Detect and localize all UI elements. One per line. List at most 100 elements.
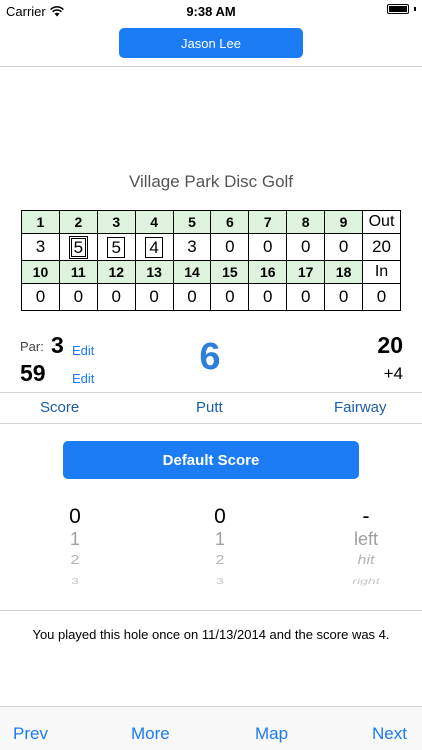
picker-option: left [353, 529, 378, 549]
putt-column-label: Putt [196, 399, 223, 416]
fairway-picker[interactable]: - left hit right short [316, 505, 416, 595]
hole-score-cell[interactable]: 4 [134, 233, 174, 261]
picker-option: 1 [214, 529, 225, 549]
picker-selected: - [362, 505, 370, 528]
next-button[interactable]: Next [372, 724, 407, 744]
picker-selected: 0 [214, 505, 226, 528]
columns-divider [0, 423, 422, 424]
edit-total-link[interactable]: Edit [72, 371, 94, 386]
battery-fill [389, 6, 407, 12]
score-picker[interactable]: 0 1 2 3 4 [40, 505, 110, 595]
hole-score: 3 [35, 237, 46, 256]
out-label: Out [362, 210, 401, 234]
hole-score-cell[interactable]: 0 [96, 283, 136, 311]
battery-icon [387, 4, 409, 14]
toolbar-divider [0, 706, 422, 707]
hole-score-cell[interactable]: 3 [21, 233, 60, 261]
status-bar: Carrier 9:38 AM [0, 0, 422, 24]
picker-option: 1 [69, 529, 80, 549]
hole-score: 5 [107, 236, 125, 258]
edit-par-link[interactable]: Edit [72, 343, 94, 358]
hole-number[interactable]: 17 [286, 260, 326, 284]
picker-option: 3 [216, 576, 224, 586]
in-total: 0 [362, 283, 401, 311]
hole-score-cell[interactable]: 5 [96, 233, 136, 261]
picker-option: 3 [71, 576, 79, 586]
hole-number[interactable]: 11 [58, 260, 98, 284]
hole-score-cell[interactable]: 0 [324, 283, 364, 311]
hole-score-cell[interactable]: 5 [58, 233, 98, 261]
picker-divider [0, 610, 422, 611]
picker-option: right [352, 576, 380, 586]
hole-score-cell[interactable]: 0 [324, 233, 364, 261]
hole-score-cell[interactable]: 0 [286, 283, 326, 311]
default-score-button[interactable]: Default Score [63, 441, 359, 479]
hole-score-cell[interactable]: 3 [172, 233, 212, 261]
hole-number[interactable]: 2 [58, 210, 98, 234]
picker-option: hit [357, 553, 375, 568]
header-divider [0, 66, 422, 67]
hole-score: 0 [263, 237, 273, 256]
hole-number[interactable]: 10 [21, 260, 60, 284]
round-total: 20 [377, 332, 403, 358]
round-over-par: +4 [383, 364, 403, 383]
hole-score-cell[interactable]: 0 [58, 283, 98, 311]
back-scores-row: 0 0 0 0 0 0 0 0 0 0 [21, 283, 401, 311]
hole-number[interactable]: 7 [248, 210, 288, 234]
hole-number[interactable]: 6 [210, 210, 250, 234]
battery-tip [414, 7, 416, 11]
hole-score: 5 [68, 235, 89, 259]
hole-number[interactable]: 4 [134, 210, 174, 234]
putt-picker[interactable]: 0 1 2 3 4 [185, 505, 255, 595]
picker-selected: 0 [69, 505, 81, 528]
hole-number[interactable]: 12 [96, 260, 136, 284]
out-total: 20 [362, 233, 401, 261]
back-hole-numbers-row: 10 11 12 13 14 15 16 17 18 In [21, 260, 401, 284]
hole-number[interactable]: 13 [134, 260, 174, 284]
status-time: 9:38 AM [186, 4, 236, 19]
hole-number[interactable]: 15 [210, 260, 250, 284]
bottom-toolbar: Prev More Map Next [0, 706, 422, 750]
picker-option: 2 [215, 553, 225, 568]
hole-score: 0 [300, 237, 311, 256]
hole-score-cell[interactable]: 0 [248, 233, 288, 261]
par-label: Par: [20, 339, 44, 354]
hole-history-text: You played this hole once on 11/13/2014 … [32, 627, 390, 642]
hole-score-cell[interactable]: 0 [286, 233, 326, 261]
hole-number[interactable]: 5 [172, 210, 212, 234]
hole-number[interactable]: 14 [172, 260, 212, 284]
course-total-value: 59 [20, 360, 46, 386]
hole-score: 0 [225, 237, 235, 256]
fairway-column-label: Fairway [334, 399, 387, 416]
status-right [387, 4, 416, 14]
hole-number[interactable]: 18 [324, 260, 364, 284]
hole-score: 3 [187, 237, 197, 256]
hole-number[interactable]: 16 [248, 260, 288, 284]
course-name: Village Park Disc Golf [128, 172, 294, 191]
front-hole-numbers-row: 1 2 3 4 5 6 7 8 9 Out [21, 210, 401, 234]
hole-number[interactable]: 9 [324, 210, 364, 234]
picker-option: 2 [70, 553, 80, 568]
hole-number[interactable]: 3 [96, 210, 136, 234]
hole-score-cell[interactable]: 0 [210, 233, 250, 261]
prev-button[interactable]: Prev [13, 724, 48, 744]
hole-score-cell[interactable]: 0 [248, 283, 288, 311]
par-value: 3 [51, 332, 64, 358]
score-column-label: Score [40, 399, 80, 416]
in-label: In [362, 260, 401, 284]
hole-score-cell[interactable]: 0 [134, 283, 174, 311]
hole-score-cell[interactable]: 0 [21, 283, 60, 311]
player-select-button[interactable]: Jason Lee [119, 28, 303, 58]
front-scores-row: 3 5 5 4 3 0 0 0 0 20 [21, 233, 401, 261]
hole-score: 4 [145, 236, 163, 258]
map-button[interactable]: Map [255, 724, 288, 744]
info-divider [0, 392, 422, 393]
hole-score: 0 [338, 237, 349, 256]
scorecard-table: 1 2 3 4 5 6 7 8 9 Out 3 5 5 4 3 0 0 0 0 … [21, 210, 401, 311]
more-button[interactable]: More [131, 724, 170, 744]
hole-number[interactable]: 1 [21, 210, 60, 234]
hole-score-cell[interactable]: 0 [172, 283, 212, 311]
hole-number[interactable]: 8 [286, 210, 326, 234]
current-hole-score: 6 [199, 336, 221, 378]
hole-score-cell[interactable]: 0 [210, 283, 250, 311]
